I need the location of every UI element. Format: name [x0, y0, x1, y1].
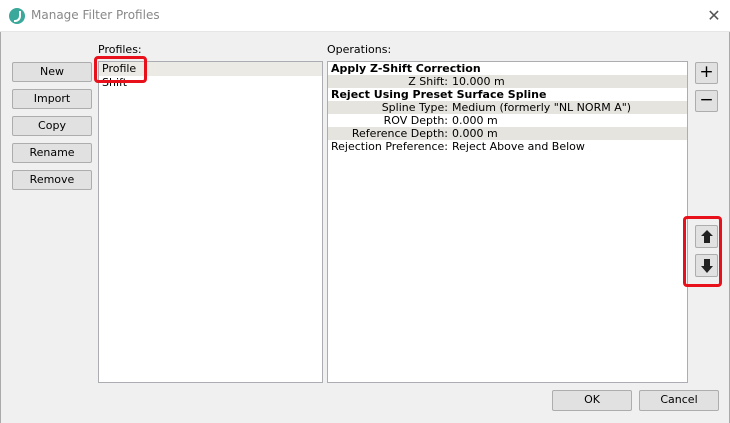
- operations-label: Operations:: [327, 43, 392, 56]
- operation-header[interactable]: Reject Using Preset Surface Spline: [328, 88, 687, 101]
- title-bar: Manage Filter Profiles ✕: [0, 0, 730, 32]
- window-title: Manage Filter Profiles: [31, 8, 160, 22]
- add-operation-button[interactable]: +: [695, 62, 718, 84]
- cancel-button[interactable]: Cancel: [639, 390, 719, 411]
- remove-operation-button[interactable]: −: [695, 90, 718, 112]
- copy-button[interactable]: Copy: [12, 116, 92, 136]
- param-value: Medium (formerly "NL NORM A"): [452, 101, 632, 114]
- param-key: ROV Depth:: [383, 114, 448, 127]
- param-value: Reject Above and Below: [452, 140, 585, 153]
- param-value: 0.000 m: [452, 127, 498, 140]
- operation-param: Reference Depth: 0.000 m: [328, 127, 687, 140]
- new-button[interactable]: New: [12, 62, 92, 82]
- app-icon: [9, 8, 25, 24]
- highlight-box: [683, 216, 722, 287]
- param-value: 0.000 m: [452, 114, 498, 127]
- operation-param: Z Shift: 10.000 m: [328, 75, 687, 88]
- operation-header[interactable]: Apply Z-Shift Correction: [328, 62, 687, 75]
- param-key: Spline Type:: [381, 101, 448, 114]
- operation-param: Spline Type: Medium (formerly "NL NORM A"…: [328, 101, 687, 114]
- param-key: Reference Depth:: [351, 127, 448, 140]
- rename-button[interactable]: Rename: [12, 143, 92, 163]
- profiles-list[interactable]: Profile Shift: [98, 61, 323, 383]
- operation-param: Rejection Preference: Reject Above and Be…: [328, 140, 687, 153]
- param-key: Z Shift:: [408, 75, 448, 88]
- operations-list[interactable]: Apply Z-Shift Correction Z Shift: 10.000 …: [327, 61, 688, 383]
- close-icon[interactable]: ✕: [700, 4, 728, 28]
- param-value: 10.000 m: [452, 75, 505, 88]
- operation-param: ROV Depth: 0.000 m: [328, 114, 687, 127]
- highlight-box: [94, 56, 147, 83]
- remove-button[interactable]: Remove: [12, 170, 92, 190]
- ok-button[interactable]: OK: [552, 390, 632, 411]
- profiles-label: Profiles:: [98, 43, 142, 56]
- import-button[interactable]: Import: [12, 89, 92, 109]
- param-key: Rejection Preference:: [330, 140, 448, 153]
